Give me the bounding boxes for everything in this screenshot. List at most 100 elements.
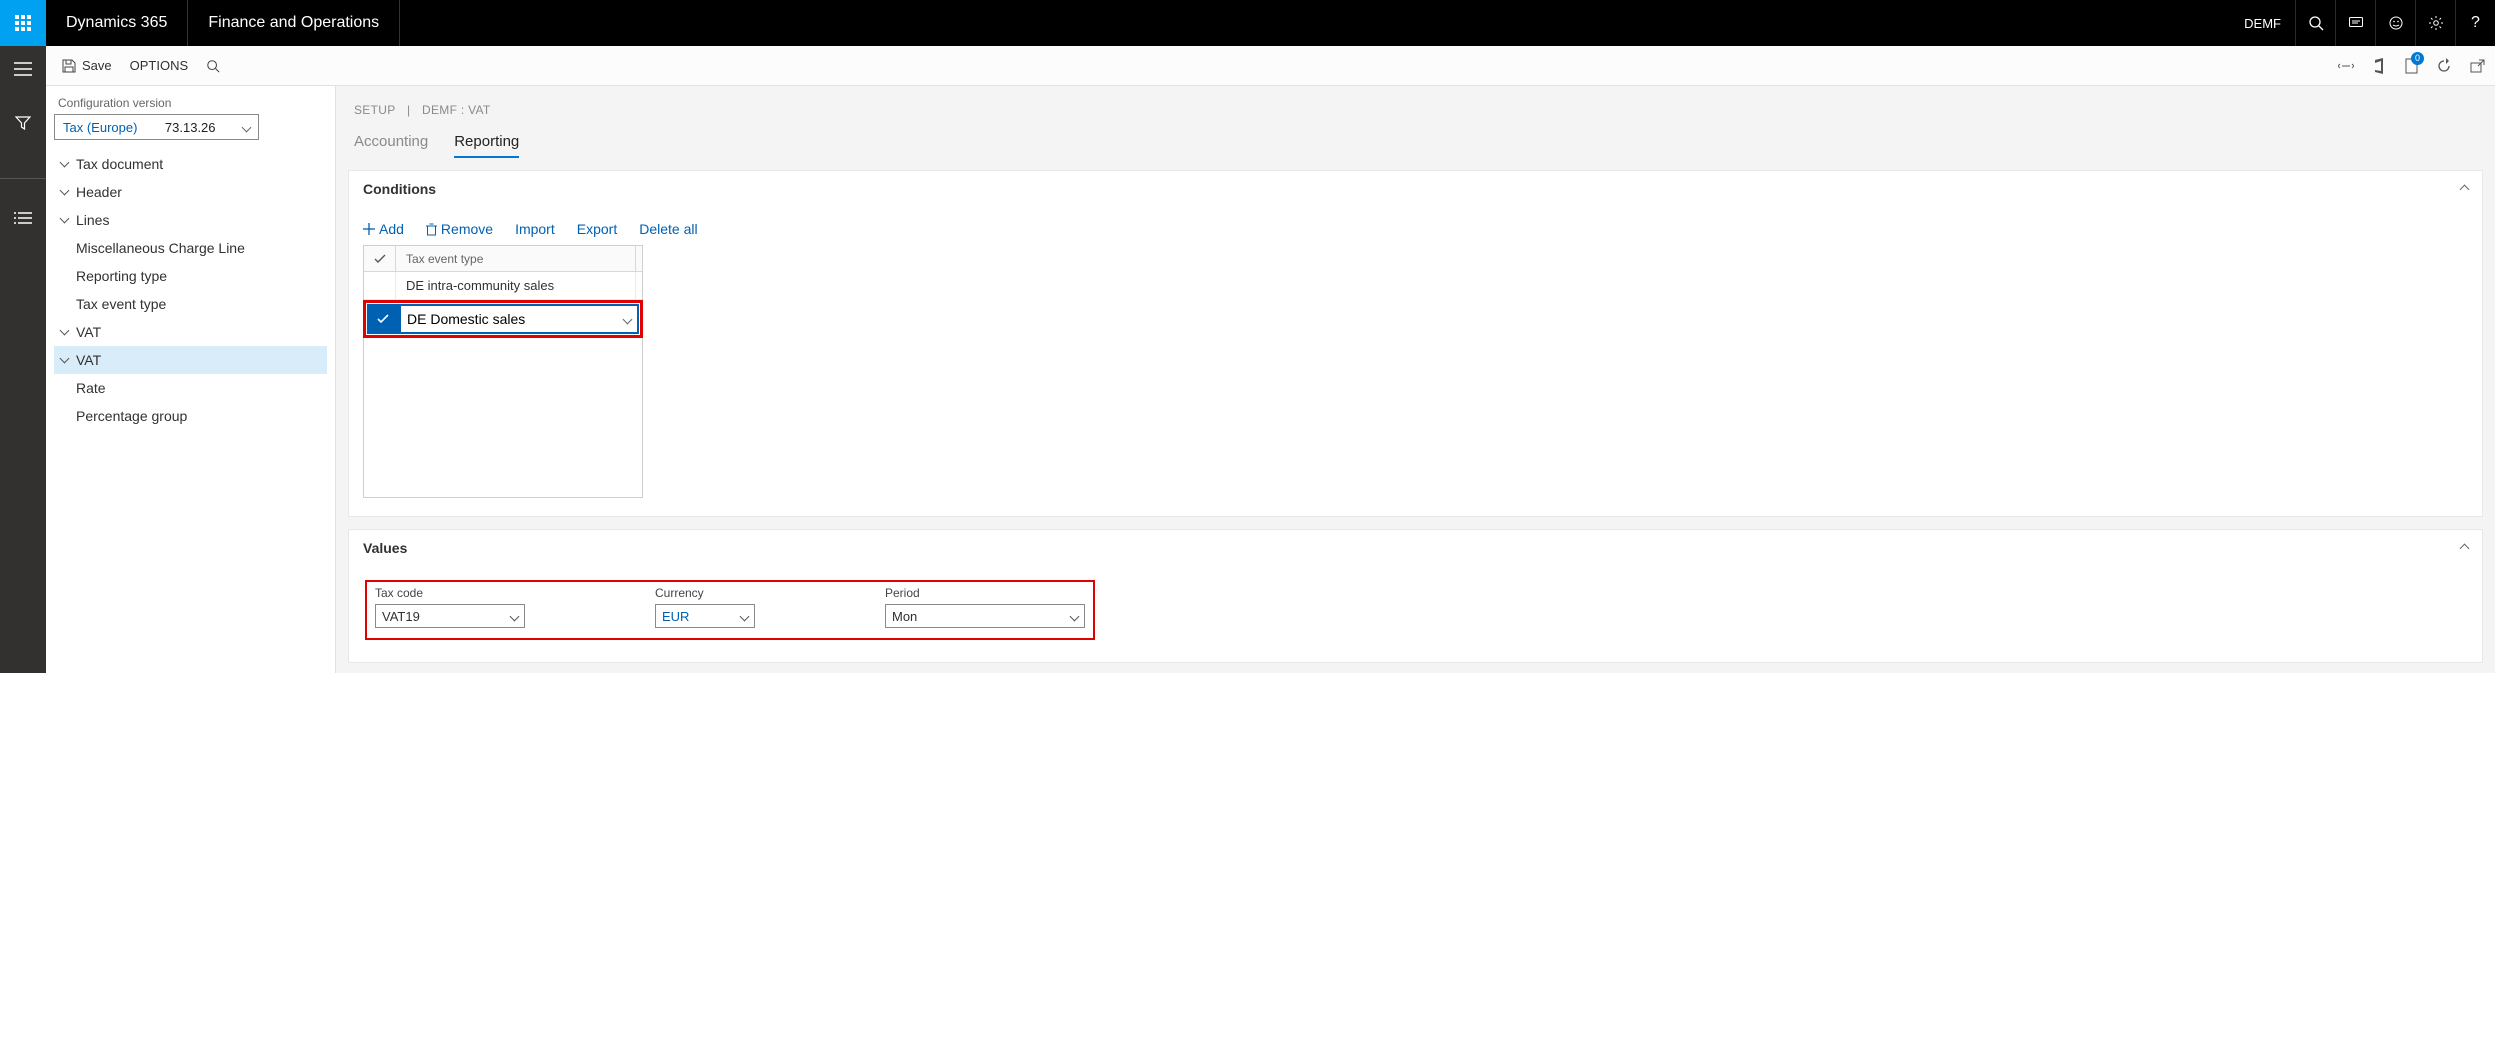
topbar-spacer [400,0,2230,46]
actionbar-search-button[interactable] [206,59,220,73]
grid-select-all[interactable] [364,246,396,271]
row-tax-event-type[interactable]: DE intra-community sales [396,272,636,299]
field-period: Period Mon [885,586,1085,628]
feedback-button[interactable] [2375,0,2415,46]
breadcrumb-setup[interactable]: SETUP [354,103,395,117]
tax-code-label: Tax code [375,586,525,600]
panel-conditions-header[interactable]: Conditions [349,171,2482,207]
nav-separator [0,178,46,179]
tree-tax-document[interactable]: Tax document [54,150,327,178]
currency-dropdown[interactable]: EUR [655,604,755,628]
conditions-grid: Tax event type DE intra-community sales [363,245,643,301]
chevron-down-icon [59,213,69,223]
tree-label: Rate [76,380,106,396]
nav-filter-button[interactable] [0,108,46,138]
chevron-down-icon [510,611,520,621]
popout-button[interactable] [2470,59,2485,73]
gear-icon [2428,15,2444,31]
remove-button[interactable]: Remove [426,221,493,237]
chevron-down-icon [59,157,69,167]
values-highlight: Tax code VAT19 Currency EUR [365,580,1095,640]
chevron-up-icon [2460,543,2470,553]
tree-misc-charge-line[interactable]: Miscellaneous Charge Line [54,234,327,262]
row-select[interactable] [367,304,399,334]
company-label[interactable]: DEMF [2230,16,2295,31]
chevron-down-icon[interactable] [623,314,633,324]
tree-vat-group[interactable]: VAT [54,318,327,346]
brand-secondary[interactable]: Finance and Operations [188,0,400,46]
breadcrumb-context: DEMF : VAT [422,103,491,117]
list-icon [14,212,32,224]
nav-menu-button[interactable] [0,54,46,84]
delete-all-button[interactable]: Delete all [639,221,697,237]
save-button[interactable]: Save [62,58,112,73]
popout-icon [2470,59,2485,73]
remove-label: Remove [441,221,493,237]
trash-icon [426,223,437,236]
tree-lines[interactable]: Lines [54,206,327,234]
app-launcher-button[interactable] [0,0,46,46]
row-tax-event-type-active[interactable] [399,304,639,334]
tree-label: Tax document [76,156,163,172]
search-icon [2308,15,2324,31]
tax-code-dropdown[interactable]: VAT19 [375,604,525,628]
chat-icon [2348,15,2364,31]
add-label: Add [379,221,404,237]
office-button[interactable] [2373,58,2387,74]
tree-tax-event-type[interactable]: Tax event type [54,290,327,318]
grid-col-tax-event-type[interactable]: Tax event type [396,246,636,271]
row-select[interactable] [364,272,396,299]
tree-label: Reporting type [76,268,167,284]
messages-button[interactable] [2335,0,2375,46]
chevron-down-icon [740,611,750,621]
table-row[interactable]: DE intra-community sales [364,272,642,300]
period-dropdown[interactable]: Mon [885,604,1085,628]
nav-rail [0,46,46,673]
tree-label: Tax event type [76,296,166,312]
tree-percentage-group[interactable]: Percentage group [54,402,327,430]
notifications-button[interactable]: 0 [2405,58,2418,74]
search-button[interactable] [2295,0,2335,46]
tree-label: Miscellaneous Charge Line [76,240,245,256]
options-button[interactable]: OPTIONS [130,58,189,73]
tax-event-type-input[interactable] [407,311,624,327]
tree-reporting-type[interactable]: Reporting type [54,262,327,290]
tax-code-value: VAT19 [382,609,420,624]
currency-label: Currency [655,586,755,600]
tree-header[interactable]: Header [54,178,327,206]
table-row[interactable] [367,304,639,334]
question-icon: ? [2471,14,2480,32]
search-icon [206,59,220,73]
nav-list-button[interactable] [0,203,46,233]
config-version-dropdown[interactable]: Tax (Europe) 73.13.26 [54,114,259,140]
setup-tabs: Accounting Reporting [336,117,2495,158]
brand-primary[interactable]: Dynamics 365 [46,0,188,46]
refresh-button[interactable] [2436,58,2452,74]
tree-label: Percentage group [76,408,187,424]
tree-label: VAT [76,352,101,368]
add-button[interactable]: Add [363,221,404,237]
waffle-icon [15,15,31,31]
top-bar: Dynamics 365 Finance and Operations DEMF… [0,0,2495,46]
tab-reporting[interactable]: Reporting [454,133,519,158]
chevron-down-icon [59,185,69,195]
panel-values-header[interactable]: Values [349,530,2482,566]
tree-label: VAT [76,324,101,340]
check-icon [374,254,386,264]
delete-all-label: Delete all [639,221,697,237]
grid-header: Tax event type [364,246,642,272]
smile-icon [2388,15,2404,31]
import-button[interactable]: Import [515,221,555,237]
export-button[interactable]: Export [577,221,617,237]
attach-button[interactable] [2337,61,2355,71]
tree-rate[interactable]: Rate [54,374,327,402]
tab-accounting[interactable]: Accounting [354,133,428,158]
chevron-down-icon [59,353,69,363]
config-name: Tax (Europe) [63,120,137,135]
tree-vat[interactable]: VAT [54,346,327,374]
panel-values-title: Values [363,540,407,556]
funnel-icon [15,115,31,131]
settings-button[interactable] [2415,0,2455,46]
help-button[interactable]: ? [2455,0,2495,46]
active-row-highlight [363,300,643,338]
